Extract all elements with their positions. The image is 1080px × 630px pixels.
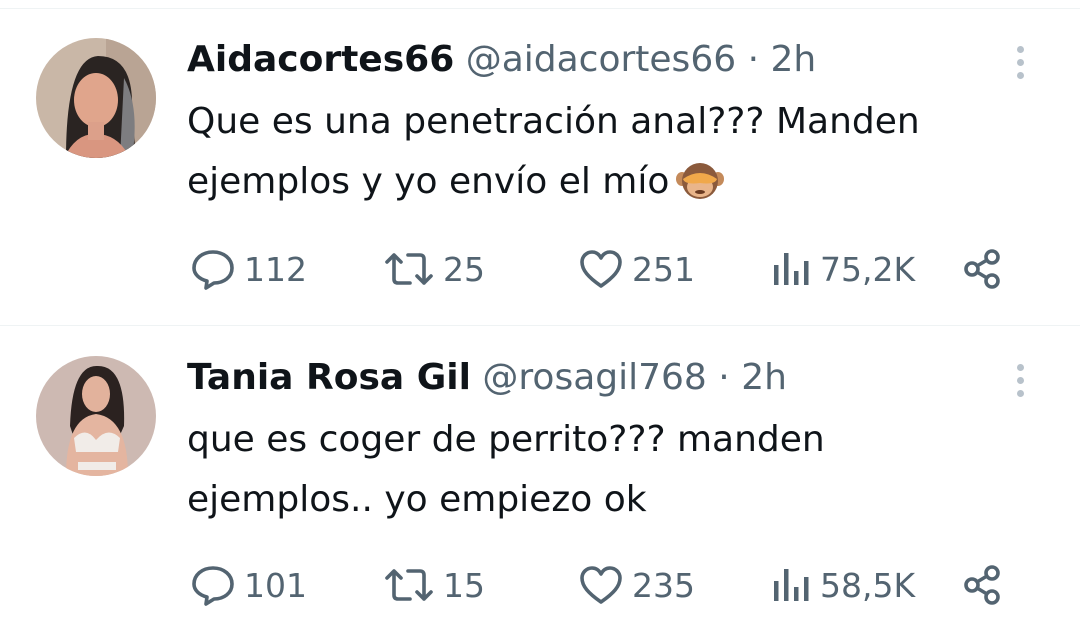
views-count: 58,5K: [820, 565, 916, 605]
reply-button[interactable]: 101: [190, 560, 307, 610]
reply-icon: [192, 250, 234, 290]
repost-icon: [385, 253, 433, 285]
share-icon: [964, 565, 1000, 605]
tweet-text-line: ejemplos.. yo empiezo ok: [187, 479, 647, 520]
tweet-text-line: Que es una penetración anal??? Manden: [187, 101, 920, 142]
repost-icon: [385, 569, 433, 601]
share-button[interactable]: [960, 560, 1006, 610]
repost-button[interactable]: 15: [383, 560, 485, 610]
author-line: Aidacortes66 @aidacortes66 · 2h: [187, 38, 816, 82]
views-button[interactable]: 58,5K: [770, 560, 915, 610]
views-icon: [774, 569, 809, 601]
separator: ·: [747, 39, 760, 80]
reply-count: 112: [244, 249, 307, 289]
repost-count: 15: [443, 565, 485, 605]
avatar[interactable]: [36, 38, 156, 158]
handle[interactable]: @aidacortes66: [466, 39, 736, 80]
tweet-text-line: que es coger de perrito??? manden: [187, 419, 825, 460]
tweet-text: que es coger de perrito??? manden ejempl…: [187, 410, 1047, 530]
like-button[interactable]: 251: [578, 244, 695, 294]
more-options-icon[interactable]: [1008, 358, 1032, 402]
reply-icon: [192, 566, 234, 606]
tweet-actions: 101 15 235 58,5K: [0, 560, 1080, 610]
display-name[interactable]: Tania Rosa Gil: [187, 357, 471, 398]
tweet-actions: 112 25 251 75,2K: [0, 244, 1080, 294]
avatar[interactable]: [36, 356, 156, 476]
see-no-evil-monkey-icon: [675, 157, 725, 220]
like-count: 235: [632, 565, 695, 605]
views-icon: [774, 253, 809, 285]
timestamp[interactable]: 2h: [770, 39, 816, 80]
tweet-text: Que es una penetración anal??? Manden ej…: [187, 92, 1047, 220]
tweet-2[interactable]: Tania Rosa Gil @rosagil768 · 2h que es c…: [0, 326, 1080, 630]
timestamp[interactable]: 2h: [741, 357, 787, 398]
tweet-1[interactable]: Aidacortes66 @aidacortes66 · 2h Que es u…: [0, 0, 1080, 325]
like-icon: [580, 250, 622, 288]
share-icon: [964, 249, 1000, 289]
like-icon: [580, 566, 622, 604]
share-button[interactable]: [960, 244, 1006, 294]
handle[interactable]: @rosagil768: [482, 357, 706, 398]
repost-button[interactable]: 25: [383, 244, 485, 294]
reply-button[interactable]: 112: [190, 244, 307, 294]
repost-count: 25: [443, 249, 485, 289]
separator: ·: [718, 357, 730, 398]
like-count: 251: [632, 249, 695, 289]
reply-count: 101: [244, 565, 307, 605]
like-button[interactable]: 235: [578, 560, 695, 610]
more-options-icon[interactable]: [1008, 40, 1032, 84]
author-line: Tania Rosa Gil @rosagil768 · 2h: [187, 356, 787, 400]
tweet-text-segment: ejemplos y yo envío el mío: [187, 161, 670, 202]
display-name[interactable]: Aidacortes66: [187, 39, 454, 80]
views-count: 75,2K: [820, 249, 916, 289]
views-button[interactable]: 75,2K: [770, 244, 915, 294]
tweet-text-line: ejemplos y yo envío el mío: [187, 152, 1047, 220]
